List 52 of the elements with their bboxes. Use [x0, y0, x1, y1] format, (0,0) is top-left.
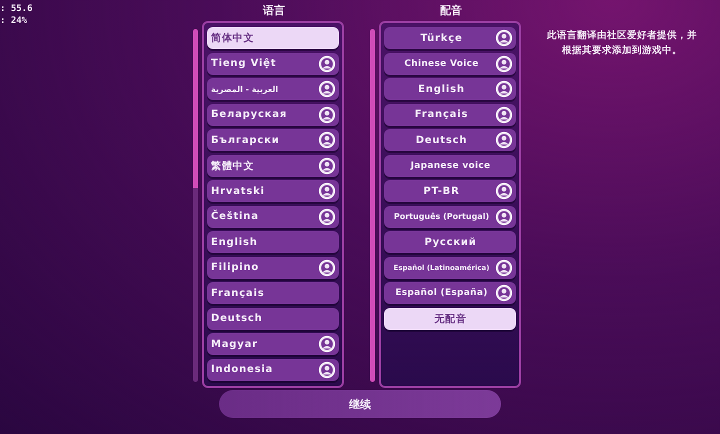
debug-stat: : 24%: [0, 16, 28, 26]
person-circle-icon: [495, 208, 513, 226]
option-row[interactable]: Chinese Voice: [384, 52, 516, 74]
option-row[interactable]: Русский: [384, 231, 516, 253]
option-row[interactable]: Беларуская: [207, 104, 339, 126]
person-circle-icon: [495, 54, 513, 72]
person-circle-icon: [318, 208, 336, 226]
translation-note: 此语言翻译由社区爱好者提供，并根据其要求添加到游戏中。: [547, 28, 697, 58]
person-circle-icon: [318, 106, 336, 124]
option-row[interactable]: 繁體中文: [207, 154, 339, 176]
option-row[interactable]: Čeština: [207, 206, 339, 228]
scrollbar[interactable]: [193, 29, 198, 382]
person-circle-icon: [318, 360, 336, 378]
continue-button[interactable]: 继续: [219, 390, 501, 418]
person-circle-icon: [495, 258, 513, 276]
option-row[interactable]: 无配音: [384, 308, 516, 330]
person-circle-icon: [318, 54, 336, 72]
option-row[interactable]: Deutsch: [207, 308, 339, 330]
option-row[interactable]: Português (Portugal): [384, 206, 516, 228]
option-row[interactable]: English: [207, 231, 339, 253]
column-title: 配音: [439, 3, 463, 19]
option-row[interactable]: Japanese voice: [384, 154, 516, 176]
option-row[interactable]: العربية - المصرية: [207, 78, 339, 100]
option-row[interactable]: Français: [384, 104, 516, 126]
option-row[interactable]: 简体中文: [207, 27, 339, 49]
option-row[interactable]: Español (España): [384, 282, 516, 304]
person-circle-icon: [495, 284, 513, 302]
scrollbar[interactable]: [370, 29, 375, 382]
debug-stat: : 55.6: [0, 4, 33, 14]
option-row[interactable]: PT-BR: [384, 180, 516, 202]
person-circle-icon: [318, 182, 336, 200]
option-row[interactable]: English: [384, 78, 516, 100]
option-row[interactable]: Magyar: [207, 333, 339, 355]
person-circle-icon: [318, 156, 336, 174]
person-circle-icon: [495, 29, 513, 47]
option-row[interactable]: Filipino: [207, 256, 339, 278]
option-row[interactable]: Tieng Việt: [207, 52, 339, 74]
option-row[interactable]: Indonesia: [207, 358, 339, 380]
option-row[interactable]: Türkçe: [384, 27, 516, 49]
person-circle-icon: [495, 106, 513, 124]
option-row[interactable]: Français: [207, 282, 339, 304]
person-circle-icon: [318, 258, 336, 276]
option-row[interactable]: Deutsch: [384, 129, 516, 151]
person-circle-icon: [318, 80, 336, 98]
option-row[interactable]: Български: [207, 129, 339, 151]
column-title: 语言: [262, 3, 286, 19]
person-circle-icon: [495, 182, 513, 200]
option-row[interactable]: Hrvatski: [207, 180, 339, 202]
person-circle-icon: [318, 335, 336, 353]
person-circle-icon: [318, 131, 336, 149]
person-circle-icon: [495, 80, 513, 98]
person-circle-icon: [495, 131, 513, 149]
